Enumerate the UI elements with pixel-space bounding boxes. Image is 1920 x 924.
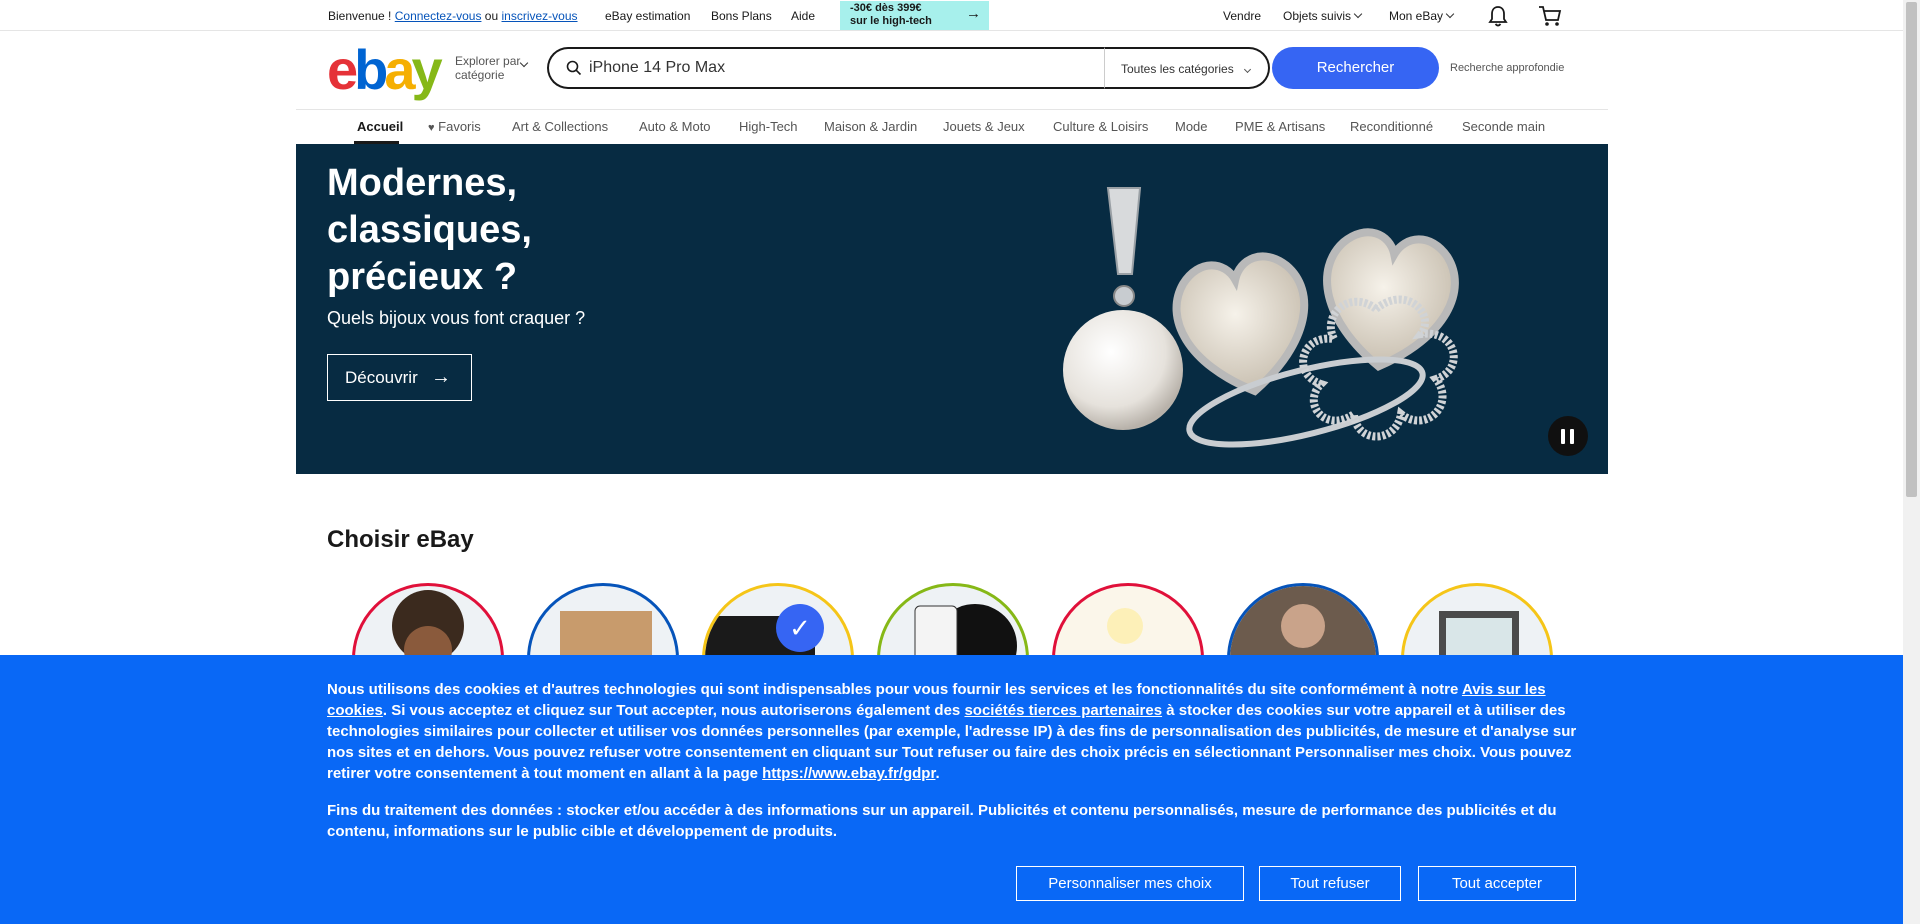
search-button[interactable]: Rechercher bbox=[1272, 47, 1439, 89]
verified-check-icon: ✓ bbox=[776, 604, 824, 652]
nav-item-seconde-main[interactable]: Seconde main bbox=[1462, 119, 1545, 134]
scrollbar-thumb[interactable] bbox=[1906, 2, 1917, 497]
section-title: Choisir eBay bbox=[327, 526, 474, 553]
search-icon bbox=[566, 60, 582, 81]
category-select-value: Toutes les catégories bbox=[1121, 62, 1234, 76]
cart-icon[interactable] bbox=[1538, 5, 1562, 30]
explore-line1: Explorer par bbox=[455, 54, 521, 68]
explore-by-category[interactable]: Explorer par catégorie bbox=[455, 54, 529, 82]
arrow-right-icon: → bbox=[966, 5, 981, 22]
nav-item-culture-loisirs[interactable]: Culture & Loisirs bbox=[1053, 119, 1148, 134]
nav-item-mode[interactable]: Mode bbox=[1175, 119, 1208, 134]
watched-label: Objets suivis bbox=[1283, 9, 1352, 23]
vertical-scrollbar[interactable] bbox=[1903, 0, 1920, 924]
hero-subtitle: Quels bijoux vous font craquer ? bbox=[327, 308, 586, 328]
advanced-search-link[interactable]: Recherche approfondie bbox=[1450, 62, 1564, 74]
link-ebay-estimation[interactable]: eBay estimation bbox=[605, 9, 690, 23]
cookie-banner: Nous utilisons des cookies et d'autres t… bbox=[0, 655, 1903, 924]
discover-button[interactable]: Découvrir → bbox=[327, 354, 472, 401]
nav-item-auto-moto[interactable]: Auto & Moto bbox=[639, 119, 711, 134]
register-link[interactable]: inscrivez-vous bbox=[502, 9, 578, 23]
top-bar: Bienvenue ! Connectez-vous ou inscrivez-… bbox=[0, 0, 1903, 31]
chevron-down-icon bbox=[519, 58, 529, 68]
bell-icon[interactable] bbox=[1488, 5, 1508, 30]
chevron-down-icon bbox=[1353, 9, 1363, 19]
accept-all-button[interactable]: Tout accepter bbox=[1418, 866, 1576, 901]
gdpr-link[interactable]: https://www.ebay.fr/gdpr bbox=[762, 765, 935, 782]
search-input[interactable]: iPhone 14 Pro Max bbox=[547, 47, 1105, 89]
or-label: ou bbox=[484, 9, 499, 23]
nav-item-maison-jardin[interactable]: Maison & Jardin bbox=[824, 119, 917, 134]
cookie-text-d: . bbox=[935, 765, 940, 782]
pause-button[interactable] bbox=[1548, 416, 1588, 456]
welcome-label: Bienvenue ! bbox=[328, 9, 392, 23]
nav-item-accueil[interactable]: Accueil bbox=[357, 119, 403, 134]
promo-banner[interactable]: -30€ dès 399€ sur le high-tech → bbox=[840, 1, 989, 30]
cookie-text-a: Nous utilisons des cookies et d'autres t… bbox=[327, 681, 1462, 698]
my-ebay-label: Mon eBay bbox=[1389, 9, 1444, 23]
explore-line2: catégorie bbox=[455, 68, 505, 82]
nav-item-jouets-jeux[interactable]: Jouets & Jeux bbox=[943, 119, 1025, 134]
nav-item-pme-artisans[interactable]: PME & Artisans bbox=[1235, 119, 1325, 134]
chevron-down-icon bbox=[1445, 9, 1455, 19]
category-select[interactable]: Toutes les catégories bbox=[1104, 47, 1270, 89]
arrow-right-icon: → bbox=[431, 366, 451, 388]
cookie-text: Nous utilisons des cookies et d'autres t… bbox=[327, 679, 1577, 784]
discover-button-label: Découvrir bbox=[345, 368, 418, 387]
cookie-text-b: . Si vous acceptez et cliquez sur Tout a… bbox=[382, 702, 965, 719]
promo-line1: -30€ dès 399€ bbox=[850, 2, 922, 14]
link-bons-plans[interactable]: Bons Plans bbox=[711, 9, 772, 23]
customize-choices-button[interactable]: Personnaliser mes choix bbox=[1016, 866, 1244, 901]
nav-item-favoris[interactable]: ♥ Favoris bbox=[428, 119, 481, 134]
link-aide[interactable]: Aide bbox=[791, 9, 815, 23]
pause-icon-bar-left bbox=[1561, 429, 1565, 444]
partners-link[interactable]: sociétés tierces partenaires bbox=[964, 702, 1162, 719]
login-link[interactable]: Connectez-vous bbox=[395, 9, 482, 23]
my-ebay-menu[interactable]: Mon eBay bbox=[1389, 9, 1455, 23]
nav-item-art-collections[interactable]: Art & Collections bbox=[512, 119, 608, 134]
promo-line2: sur le high-tech bbox=[850, 15, 932, 27]
chevron-down-icon bbox=[1243, 65, 1252, 74]
watched-menu[interactable]: Objets suivis bbox=[1283, 9, 1363, 23]
nav-item-high-tech[interactable]: High-Tech bbox=[739, 119, 798, 134]
ebay-logo[interactable]: ebay bbox=[327, 42, 443, 98]
hero-title: Modernes, classiques, précieux ? bbox=[327, 162, 532, 298]
category-nav: Accueil ♥ Favoris Art & Collections Auto… bbox=[296, 109, 1608, 144]
hero-banner[interactable]: Modernes, classiques, précieux ? Quels b… bbox=[296, 144, 1608, 474]
sell-link[interactable]: Vendre bbox=[1223, 9, 1261, 23]
nav-item-favoris-label: Favoris bbox=[438, 119, 481, 134]
ebay-home-page: Bienvenue ! Connectez-vous ou inscrivez-… bbox=[0, 0, 1903, 924]
nav-item-reconditionne[interactable]: Reconditionné bbox=[1350, 119, 1433, 134]
jewelry-image bbox=[1063, 187, 1459, 448]
heart-icon: ♥ bbox=[428, 122, 435, 134]
refuse-all-button[interactable]: Tout refuser bbox=[1259, 866, 1401, 901]
welcome-text: Bienvenue ! Connectez-vous ou inscrivez-… bbox=[328, 9, 578, 23]
pause-icon-bar-right bbox=[1570, 429, 1574, 444]
cookie-purposes-text: Fins du traitement des données : stocker… bbox=[327, 802, 1557, 840]
search-value: iPhone 14 Pro Max bbox=[589, 59, 726, 76]
